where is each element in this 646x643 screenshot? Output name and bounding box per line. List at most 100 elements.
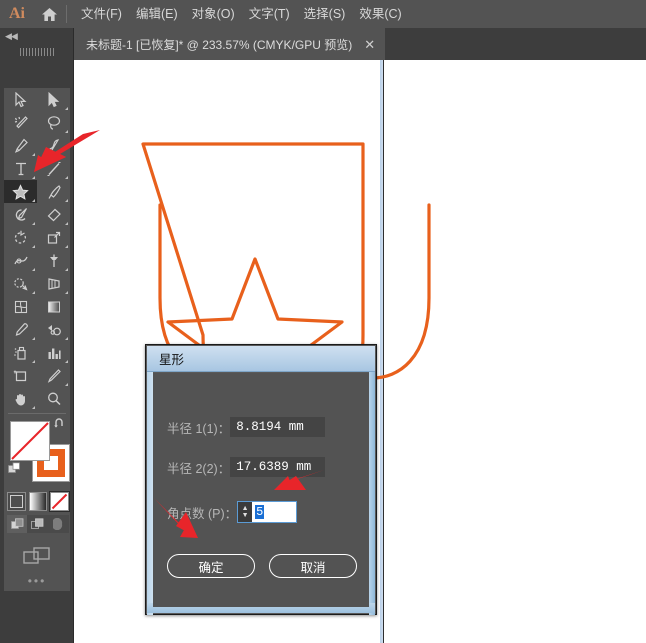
draw-behind-icon[interactable] [27,515,47,533]
symbol-sprayer-tool[interactable] [4,341,37,364]
illustrator-window: Ai 文件(F) 编辑(E) 对象(O) 文字(T) 选择(S) 效果(C) 未… [0,0,646,643]
spinner-buttons[interactable]: ▲ ▼ [238,502,252,522]
ok-button[interactable]: 确定 [167,554,255,578]
spinner-down-icon[interactable]: ▼ [242,512,249,519]
spinner-up-icon[interactable]: ▲ [242,505,249,512]
radius-1-input[interactable]: 8.8194 mm [230,417,325,437]
points-count-input[interactable]: ▲ ▼ 5 [237,501,297,523]
dialog-body: 半径 1(1)： 8.8194 mm 半径 2(2)： 17.6389 mm 角… [153,373,369,607]
tool-flyout-indicator [32,153,35,156]
color-mode-button[interactable] [7,492,26,511]
fill-swatch[interactable] [10,421,50,461]
direct-selection-tool[interactable] [37,88,70,111]
width-tool[interactable] [4,249,37,272]
tool-flyout-indicator [65,222,68,225]
tool-flyout-indicator [65,268,68,271]
lasso-tool[interactable] [37,111,70,134]
eraser-tool[interactable] [37,203,70,226]
menu-item-file[interactable]: 文件(F) [81,0,122,28]
tool-flyout-indicator [65,291,68,294]
home-icon[interactable] [34,0,64,28]
tool-flyout-indicator [32,406,35,409]
tool-flyout-indicator [32,291,35,294]
star-dialog[interactable]: 星形 半径 1(1)： 8.8194 mm 半径 2(2)： 17.6389 m… [145,344,377,615]
swap-fill-stroke-icon[interactable] [53,418,67,432]
menu-item-object[interactable]: 对象(O) [192,0,235,28]
tool-flyout-indicator [32,245,35,248]
dialog-title: 星形 [159,349,184,368]
none-swatch-icon [51,493,68,510]
perspective-grid-tool[interactable] [37,272,70,295]
document-tab-bar: 未标题-1 [已恢复]* @ 233.57% (CMYK/GPU 预览) ✕ [0,28,646,60]
magic-wand-tool[interactable] [4,111,37,134]
selection-tool[interactable] [4,88,37,111]
tools-panel: ••• [4,88,70,591]
points-count-label: 角点数 (P)： [167,503,237,522]
tool-flyout-indicator [65,360,68,363]
tool-flyout-indicator [32,222,35,225]
radius-2-row: 半径 2(2)： 17.6389 mm [167,457,325,477]
star-tool[interactable] [4,180,37,203]
draw-inside-icon[interactable] [47,515,67,533]
dialog-button-row: 确定 取消 [167,554,357,578]
gradient-tool[interactable] [37,295,70,318]
hand-tool[interactable] [4,387,37,410]
draw-normal-icon[interactable] [7,515,27,533]
eyedropper-tool[interactable] [4,318,37,341]
blend-tool[interactable] [37,318,70,341]
free-transform-tool[interactable] [37,249,70,272]
edit-toolbar-button[interactable]: ••• [4,571,70,591]
mesh-tool[interactable] [4,295,37,318]
panel-collapse-button[interactable]: ◀◀ [0,28,74,44]
screen-mode-icon [23,546,51,566]
drag-grip-icon[interactable] [20,48,54,56]
points-count-row: 角点数 (P)： ▲ ▼ 5 [167,501,297,523]
app-logo: Ai [0,0,34,28]
curvature-tool[interactable] [37,134,70,157]
scale-tool[interactable] [37,226,70,249]
column-graph-tool[interactable] [37,341,70,364]
document-tab-title: 未标题-1 [已恢复]* @ 233.57% (CMYK/GPU 预览) [86,36,352,53]
radius-2-label: 半径 2(2)： [167,458,230,477]
tool-flyout-indicator [32,360,35,363]
points-count-value-wrap[interactable]: 5 [252,502,296,522]
shaper-tool[interactable] [4,203,37,226]
radius-2-input[interactable]: 17.6389 mm [230,457,325,477]
tool-flyout-indicator [65,107,68,110]
tool-flyout-indicator [65,245,68,248]
gradient-mode-button[interactable] [29,492,48,511]
cancel-button[interactable]: 取消 [269,554,357,578]
type-tool[interactable] [4,157,37,180]
dialog-title-bar[interactable]: 星形 [147,346,375,372]
draw-mode-bar [7,515,69,533]
document-tab[interactable]: 未标题-1 [已恢复]* @ 233.57% (CMYK/GPU 预览) ✕ [74,28,385,60]
menu-item-list: 文件(F) 编辑(E) 对象(O) 文字(T) 选择(S) 效果(C) [81,0,402,28]
fill-stroke-swatches [4,418,70,490]
left-dock-strip: ◀◀ [0,28,74,643]
line-segment-tool[interactable] [37,157,70,180]
menu-bar: Ai 文件(F) 编辑(E) 对象(O) 文字(T) 选择(S) 效果(C) [0,0,646,28]
tool-flyout-indicator [32,268,35,271]
artboard-tool[interactable] [4,364,37,387]
rotate-tool[interactable] [4,226,37,249]
menu-item-select[interactable]: 选择(S) [304,0,346,28]
none-slash-icon [10,421,50,461]
tool-flyout-indicator [65,176,68,179]
default-fill-stroke-icon[interactable] [8,462,22,476]
shape-builder-tool[interactable] [4,272,37,295]
zoom-tool[interactable] [37,387,70,410]
menu-item-type[interactable]: 文字(T) [249,0,290,28]
paintbrush-tool[interactable] [37,180,70,203]
menu-divider [66,5,67,23]
none-mode-button[interactable] [50,492,69,511]
tool-flyout-indicator [32,199,35,202]
radius-1-label: 半径 1(1)： [167,418,230,437]
pen-tool[interactable] [4,134,37,157]
change-screen-mode-button[interactable] [4,541,70,571]
close-icon[interactable]: ✕ [364,38,375,51]
menu-item-edit[interactable]: 编辑(E) [136,0,178,28]
menu-item-effect[interactable]: 效果(C) [359,0,401,28]
tool-flyout-indicator [32,176,35,179]
slice-tool[interactable] [37,364,70,387]
points-count-value[interactable]: 5 [255,505,264,519]
